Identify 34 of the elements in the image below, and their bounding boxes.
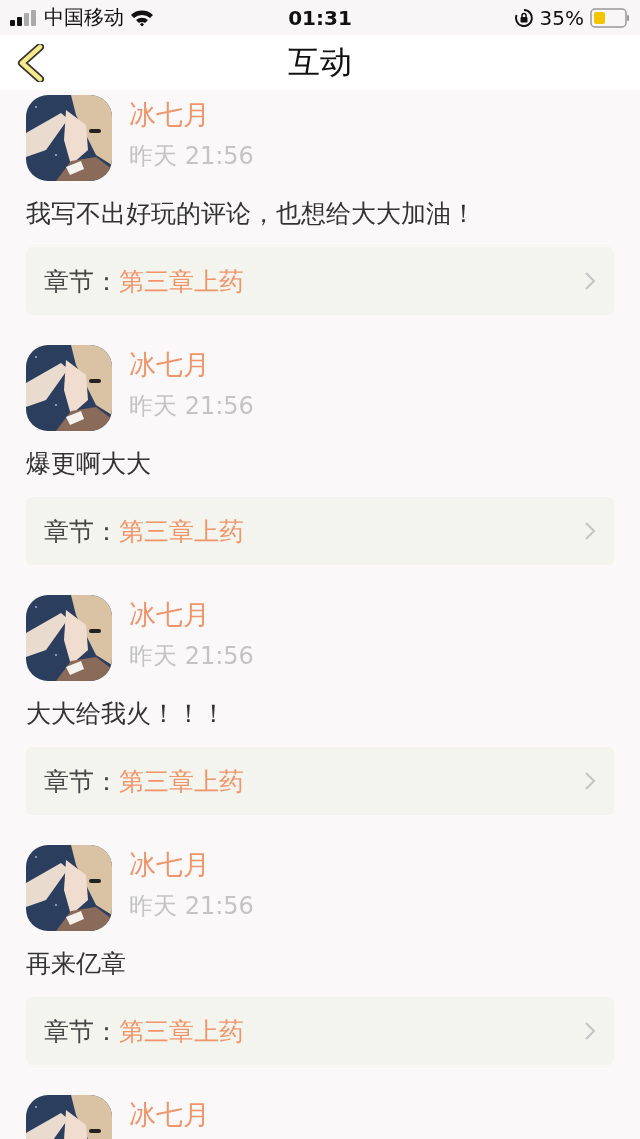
- chapter-label: 章节：: [44, 515, 119, 548]
- comment-text: 大大给我火！！！: [26, 698, 227, 730]
- battery-percent: 35%: [539, 5, 584, 30]
- chapter-label: 章节：: [44, 765, 119, 798]
- comment-text: 爆更啊大大: [26, 448, 152, 480]
- chapter-link[interactable]: 章节：第三章上药: [26, 747, 614, 815]
- user-name[interactable]: 冰七月: [129, 100, 254, 132]
- chapter-title: 第三章上药: [119, 265, 245, 298]
- chapter-title: 第三章上药: [119, 765, 245, 798]
- chapter-label: 章节：: [44, 1015, 119, 1048]
- user-name[interactable]: 冰七月: [129, 600, 254, 632]
- signal-icon: [10, 9, 38, 26]
- chapter-link[interactable]: 章节：第三章上药: [26, 497, 614, 565]
- chevron-right-icon: [584, 521, 596, 541]
- battery-icon: [590, 7, 630, 28]
- chapter-label: 章节：: [44, 265, 119, 298]
- chapter-title: 第三章上药: [119, 515, 245, 548]
- user-name[interactable]: 冰七月: [129, 350, 254, 382]
- user-name[interactable]: 冰七月: [129, 1100, 210, 1132]
- chapter-link[interactable]: 章节：第三章上药: [26, 997, 614, 1065]
- back-icon[interactable]: [16, 44, 46, 82]
- chevron-right-icon: [584, 771, 596, 791]
- comment-text: 我写不出好玩的评论，也想给大大加油！: [26, 198, 477, 230]
- chapter-title: 第三章上药: [119, 1015, 245, 1048]
- chevron-right-icon: [584, 1021, 596, 1041]
- chapter-link[interactable]: 章节：第三章上药: [26, 247, 614, 315]
- wifi-icon: [130, 8, 154, 27]
- user-name[interactable]: 冰七月: [129, 850, 254, 882]
- rotation-lock-icon: [513, 7, 534, 28]
- chevron-right-icon: [584, 271, 596, 291]
- page-title: 互动: [288, 41, 352, 83]
- carrier-name: 中国移动: [44, 4, 124, 31]
- comment-text: 再来亿章: [26, 948, 127, 980]
- clock-time: 01:31: [288, 5, 352, 30]
